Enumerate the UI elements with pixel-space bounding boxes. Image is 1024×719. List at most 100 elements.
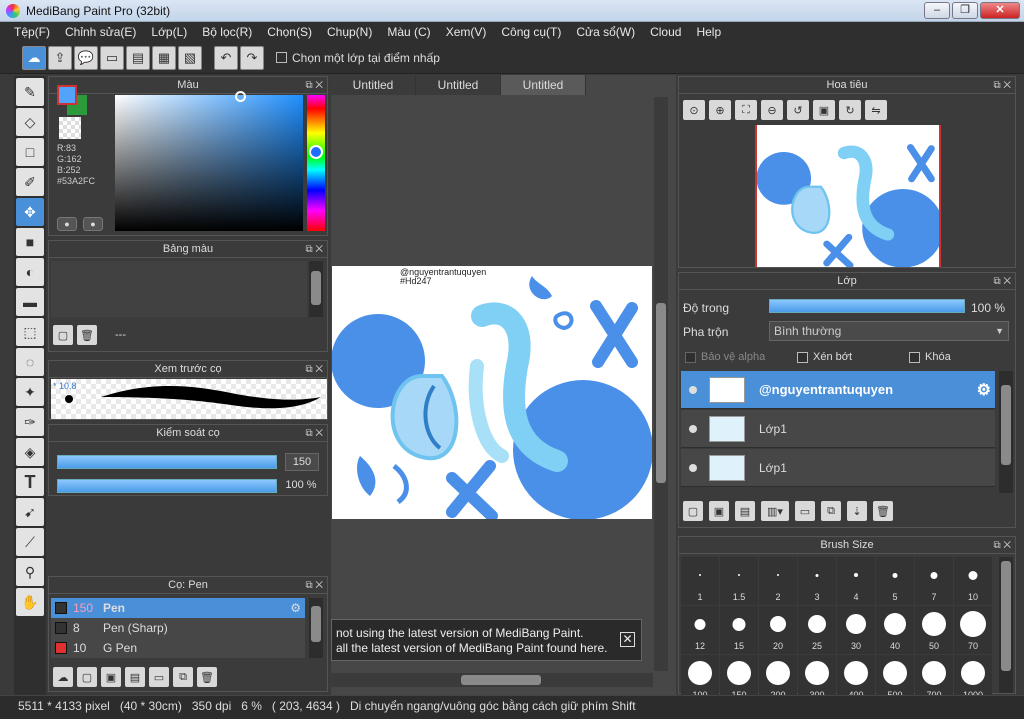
delete-layer-icon[interactable]: 🗑 (873, 501, 893, 521)
brush-settings-icon[interactable]: ⚙ (290, 601, 301, 615)
brush-item[interactable]: 10 G Pen (51, 638, 305, 658)
brush-size-option[interactable]: 1.5 (720, 557, 758, 605)
layer-visibility-icon[interactable] (689, 463, 697, 472)
canvas-horizontal-scrollbar[interactable] (331, 673, 653, 687)
operation-tool-icon[interactable]: ➹ (16, 498, 44, 526)
hue-slider-cursor[interactable] (309, 145, 323, 159)
brush-cloud-icon[interactable]: ☁ (53, 667, 73, 687)
panel-float-close-icons[interactable]: ⧉ ✕ (993, 77, 1011, 94)
protect-alpha-option[interactable]: Bảo vệ alpha (685, 351, 765, 363)
brush-size-option[interactable]: 30 (837, 606, 875, 654)
navigator-preview[interactable] (755, 125, 941, 267)
select-eraser-tool-icon[interactable]: ◈ (16, 438, 44, 466)
brush-size-value[interactable]: 150 (285, 453, 319, 471)
brush-size-option[interactable]: 25 (798, 606, 836, 654)
gradient-tool-icon[interactable]: ▬ (16, 288, 44, 316)
dot-pen-tool-icon[interactable]: ✐ (16, 168, 44, 196)
panel-float-close-icons[interactable]: ⧉ ✕ (305, 425, 323, 442)
new-1bit-layer-icon[interactable]: ▤ (735, 501, 755, 521)
divide-tool-icon[interactable]: ⟋ (16, 528, 44, 556)
panel-float-close-icons[interactable]: ⧉ ✕ (305, 577, 323, 594)
menu-tools[interactable]: Công cụ(T) (501, 25, 561, 39)
canvas-vscroll-thumb[interactable] (656, 303, 666, 483)
redo-icon[interactable]: ↷ (240, 45, 264, 70)
brush-size-slider[interactable] (57, 455, 277, 469)
select-rect-tool-icon[interactable]: ⬚ (16, 318, 44, 346)
layer-opacity-value[interactable]: 100 % (971, 301, 1005, 315)
maximize-button[interactable]: ❐ (952, 2, 978, 19)
brush-size-scrollbar[interactable] (999, 557, 1013, 693)
brush-size-option[interactable]: 4 (837, 557, 875, 605)
brush-list-scrollbar[interactable] (309, 598, 323, 658)
brush-size-scroll-thumb[interactable] (1001, 561, 1011, 671)
brush-size-option[interactable]: 70 (954, 606, 992, 654)
menu-layer[interactable]: Lớp(L) (151, 25, 187, 39)
select-layer-option[interactable]: Chọn một lớp tại điểm nhấp (276, 51, 440, 65)
brush-size-option[interactable]: 1 (681, 557, 719, 605)
undo-icon[interactable]: ↶ (214, 45, 238, 70)
menu-filter[interactable]: Bộ lọc(R) (202, 25, 252, 39)
select-pen-tool-icon[interactable]: ✑ (16, 408, 44, 436)
panel-float-close-icons[interactable]: ⧉ ✕ (305, 361, 323, 378)
rotate-right-icon[interactable]: ↻ (839, 100, 861, 120)
message-icon[interactable]: ▭ (100, 45, 124, 70)
saturation-value-picker[interactable] (115, 95, 303, 231)
layer-row[interactable]: Lớp1 (681, 410, 995, 448)
add-layer-dropdown-icon[interactable]: ▥▾ (761, 501, 789, 521)
rotate-left-icon[interactable]: ↺ (787, 100, 809, 120)
layer-settings-icon[interactable]: ⚙ (977, 380, 991, 400)
brush-size-option[interactable]: 10 (954, 557, 992, 605)
protect-alpha-checkbox[interactable] (685, 351, 696, 363)
brush-tool-icon[interactable]: ✎ (16, 78, 44, 106)
brush-size-option[interactable]: 15 (720, 606, 758, 654)
share-icon[interactable]: ⇪ (48, 45, 72, 70)
brush-item[interactable]: 8 Pen (Sharp) (51, 618, 305, 638)
new-layer-icon[interactable]: ▢ (683, 501, 703, 521)
fill-rect-tool-icon[interactable]: ■ (16, 228, 44, 256)
brush-size-option[interactable]: 2 (759, 557, 797, 605)
canvas-vertical-scrollbar[interactable] (654, 97, 668, 671)
lock-checkbox[interactable] (909, 351, 920, 363)
zoom-in-icon[interactable]: ⊕ (709, 100, 731, 120)
brush-opacity-value[interactable]: 100 % (279, 477, 323, 495)
document-tab[interactable]: Untitled (501, 75, 586, 95)
menu-help[interactable]: Help (696, 25, 721, 39)
new-halftone-layer-icon[interactable]: ▣ (709, 501, 729, 521)
close-window-button[interactable]: ✕ (980, 2, 1020, 19)
palette-scroll-thumb[interactable] (311, 271, 321, 305)
grid-icon[interactable]: ▦ (152, 45, 176, 70)
panel-float-close-icons[interactable]: ⧉ ✕ (305, 77, 323, 94)
palette-swatch-area[interactable] (51, 261, 307, 317)
color-swap-button[interactable]: ● (83, 217, 103, 231)
brush-opacity-slider[interactable] (57, 479, 277, 493)
brush-size-option[interactable]: 40 (876, 606, 914, 654)
duplicate-layer-icon[interactable]: ⧉ (821, 501, 841, 521)
document-tab[interactable]: Untitled (416, 75, 501, 95)
minimize-button[interactable]: – (924, 2, 950, 19)
flip-horizontal-icon[interactable]: ⇋ (865, 100, 887, 120)
eraser-tool-icon[interactable]: ◇ (16, 108, 44, 136)
brush-properties-icon[interactable]: ▤ (125, 667, 145, 687)
update-notice[interactable]: not using the latest version of MediBang… (331, 619, 642, 661)
lasso-tool-icon[interactable]: ◌ (16, 348, 44, 376)
brush-size-option[interactable]: 7 (915, 557, 953, 605)
brush-size-option[interactable]: 20 (759, 606, 797, 654)
transparent-color-swatch[interactable] (59, 117, 81, 139)
foreground-color-swatch[interactable] (57, 85, 77, 105)
eyedropper-tool-icon[interactable]: ⚲ (16, 558, 44, 586)
color-mode-button[interactable]: ● (57, 217, 77, 231)
brush-folder-icon[interactable]: ▭ (149, 667, 169, 687)
menu-cloud[interactable]: Cloud (650, 25, 681, 39)
artwork-canvas[interactable]: @nguyentrantuquyen #Hd247 (332, 266, 652, 519)
brush-item[interactable]: 150 Pen ⚙ (51, 598, 305, 618)
panel-float-close-icons[interactable]: ⧉ ✕ (305, 241, 323, 258)
edit-grid-icon[interactable]: ▧ (178, 45, 202, 70)
fit-window-icon[interactable]: ⛶ (735, 100, 757, 120)
rectangle-tool-icon[interactable]: □ (16, 138, 44, 166)
zoom-out-icon[interactable]: ⊖ (761, 100, 783, 120)
brush-size-option[interactable]: 12 (681, 606, 719, 654)
hand-tool-icon[interactable]: ✋ (16, 588, 44, 616)
menu-select[interactable]: Chọn(S) (267, 25, 312, 39)
new-brush-icon[interactable]: ▢ (77, 667, 97, 687)
blend-mode-select[interactable]: Bình thường ▼ (769, 321, 1009, 341)
